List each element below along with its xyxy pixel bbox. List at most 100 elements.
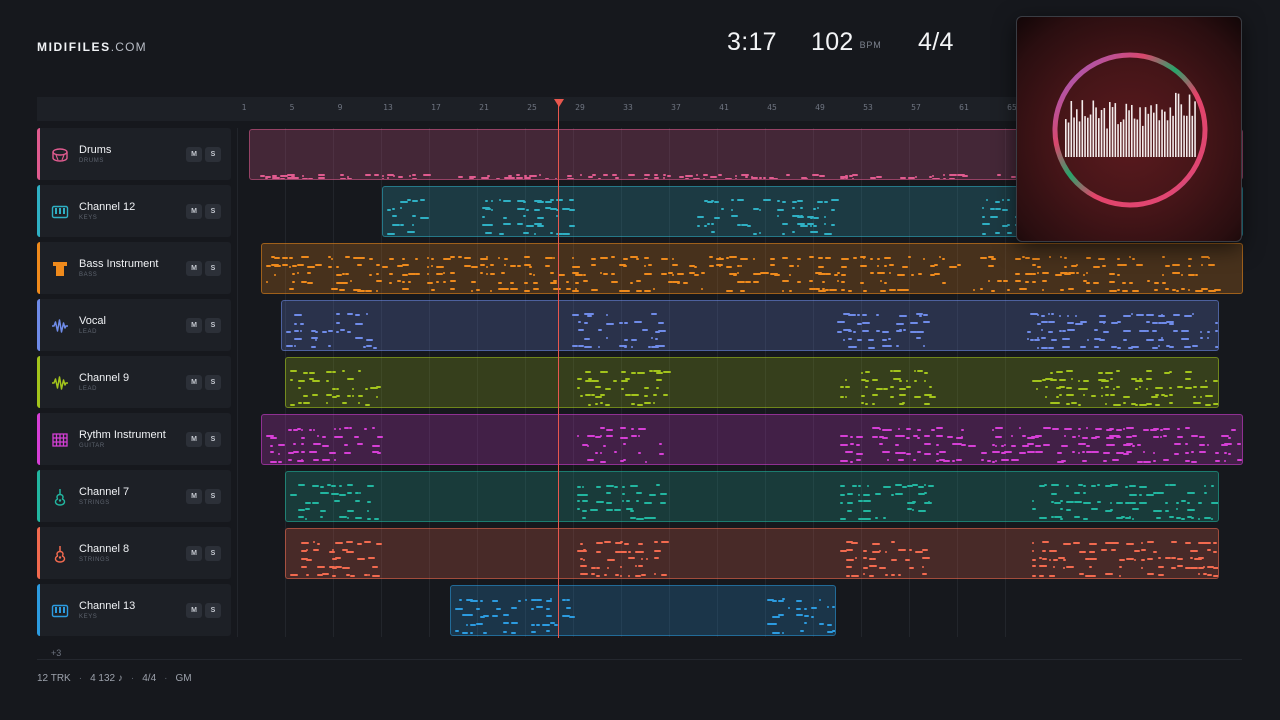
solo-button[interactable]: S — [205, 432, 221, 447]
midi-note — [1207, 444, 1209, 446]
midi-note — [347, 331, 351, 333]
track-instrument-type: KEYS — [79, 614, 98, 620]
midi-note — [658, 330, 666, 332]
midi-note — [777, 200, 780, 202]
mute-button[interactable]: M — [186, 318, 202, 333]
track-header[interactable]: Channel 12 KEYS M S — [37, 185, 231, 237]
midi-note — [1103, 339, 1105, 341]
track-header[interactable]: Channel 13 KEYS M S — [37, 584, 231, 636]
track-name: Channel 8 — [79, 543, 130, 555]
track-header[interactable]: Bass Instrument BASS M S — [37, 242, 231, 294]
solo-button[interactable]: S — [205, 261, 221, 276]
midi-note — [359, 492, 361, 494]
midi-note — [656, 484, 660, 486]
midi-note — [631, 346, 633, 348]
midi-note — [1063, 543, 1071, 545]
midi-note — [1136, 314, 1144, 316]
midi-note — [290, 379, 293, 381]
midi-note — [427, 266, 429, 268]
midi-clip[interactable] — [285, 528, 1219, 579]
midi-note — [1123, 315, 1131, 317]
midi-note — [266, 281, 268, 283]
solo-button[interactable]: S — [205, 204, 221, 219]
midi-note — [912, 501, 916, 503]
solo-button[interactable]: S — [205, 546, 221, 561]
midi-note — [1063, 567, 1065, 569]
midi-note — [840, 435, 848, 437]
midi-note — [832, 630, 835, 632]
solo-button[interactable]: S — [205, 318, 221, 333]
mute-button[interactable]: M — [186, 204, 202, 219]
midi-note — [1163, 435, 1167, 437]
midi-clip[interactable] — [281, 300, 1219, 351]
track-header[interactable]: Vocal LEAD M S — [37, 299, 231, 351]
mute-button[interactable]: M — [186, 432, 202, 447]
midi-note — [997, 174, 1001, 176]
midi-note — [531, 608, 534, 610]
mute-button[interactable]: M — [186, 147, 202, 162]
midi-note — [1101, 380, 1109, 382]
midi-note — [1103, 452, 1110, 454]
midi-note — [1228, 453, 1231, 455]
midi-note — [1207, 549, 1211, 551]
midi-note — [827, 606, 829, 608]
midi-note — [677, 282, 680, 284]
midi-note — [797, 281, 801, 283]
midi-note — [840, 485, 845, 487]
midi-note — [499, 199, 501, 201]
track-header[interactable]: Channel 9 LEAD M S — [37, 356, 231, 408]
midi-note — [288, 459, 292, 461]
midi-note — [1132, 445, 1135, 447]
midi-note — [372, 575, 380, 577]
midi-note — [936, 427, 943, 429]
midi-note — [524, 177, 531, 179]
midi-note — [584, 322, 588, 324]
playhead[interactable] — [558, 104, 559, 638]
midi-note — [427, 282, 433, 284]
mute-button[interactable]: M — [186, 546, 202, 561]
solo-button[interactable]: S — [205, 375, 221, 390]
playhead-handle[interactable] — [554, 99, 564, 107]
midi-note — [1061, 460, 1066, 462]
midi-note — [663, 174, 666, 176]
midi-note — [376, 543, 382, 545]
mute-button[interactable]: M — [186, 603, 202, 618]
midi-note — [1155, 394, 1159, 396]
midi-note — [863, 573, 865, 575]
footer-signature: 4/4 — [142, 673, 157, 684]
midi-note — [869, 575, 874, 577]
midi-note — [862, 330, 869, 332]
midi-note — [587, 445, 589, 447]
midi-note — [726, 266, 732, 268]
midi-note — [621, 388, 624, 390]
midi-note — [402, 288, 409, 290]
track-header[interactable]: Drums DRUMS M S — [37, 128, 231, 180]
midi-note — [1091, 451, 1099, 453]
solo-button[interactable]: S — [205, 603, 221, 618]
midi-note — [917, 429, 921, 431]
track-header[interactable]: Channel 8 STRINGS M S — [37, 527, 231, 579]
midi-clip[interactable] — [285, 471, 1219, 522]
midi-clip[interactable] — [450, 585, 836, 636]
midi-note — [367, 485, 374, 487]
midi-note — [840, 494, 845, 496]
midi-note — [862, 314, 867, 316]
mute-button[interactable]: M — [186, 375, 202, 390]
spectrum-bar — [1186, 115, 1188, 157]
track-header[interactable]: Rythm Instrument GUITAR M S — [37, 413, 231, 465]
mute-button[interactable]: M — [186, 261, 202, 276]
midi-note — [366, 339, 373, 341]
track-header[interactable]: Channel 7 STRINGS M S — [37, 470, 231, 522]
midi-note — [1079, 573, 1084, 575]
midi-note — [906, 386, 911, 388]
midi-clip[interactable] — [285, 357, 1219, 408]
midi-note — [890, 396, 894, 398]
solo-button[interactable]: S — [205, 147, 221, 162]
mute-button[interactable]: M — [186, 489, 202, 504]
brand-logo[interactable]: MIDIFILES.COM — [37, 40, 147, 54]
midi-clip[interactable] — [261, 243, 1243, 294]
solo-button[interactable]: S — [205, 489, 221, 504]
midi-note — [1032, 565, 1036, 567]
midi-clip[interactable] — [261, 414, 1243, 465]
more-tracks-indicator[interactable]: +3 — [51, 648, 61, 658]
